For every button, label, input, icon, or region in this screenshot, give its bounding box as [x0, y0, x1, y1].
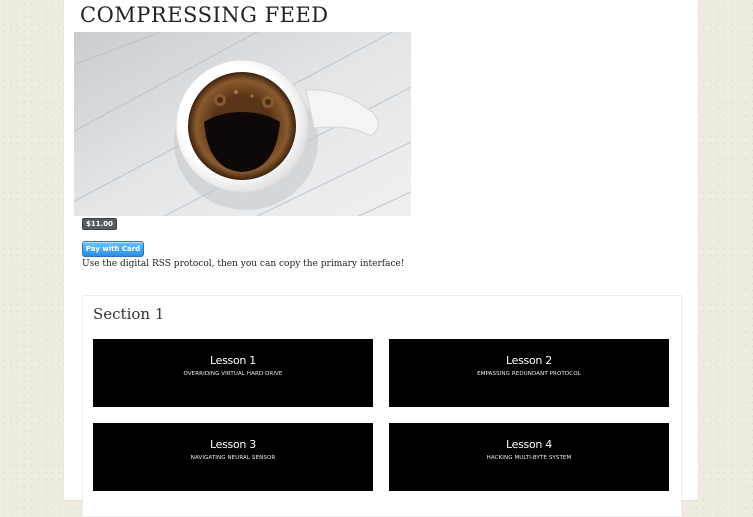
main-content: COMPRESSING FEED $11.00 Pay with Card Us… — [64, 0, 698, 517]
lesson-title: Lesson 1 — [210, 354, 256, 367]
product-description: Use the digital RSS protocol, then you c… — [82, 259, 405, 269]
lesson-subtitle: EMPASSING REDUNDANT PROTOCOL — [477, 371, 581, 377]
lesson-subtitle: OVERRIDING VIRTUAL HARD DRIVE — [183, 371, 283, 377]
lesson-title: Lesson 2 — [506, 354, 552, 367]
pay-with-card-button[interactable]: Pay with Card — [82, 241, 144, 257]
price-badge: $11.00 — [82, 218, 118, 230]
lesson-tile-2[interactable]: Lesson 2 EMPASSING REDUNDANT PROTOCOL — [389, 339, 669, 407]
lesson-tile-4[interactable]: Lesson 4 HACKING MULTI-BYTE SYSTEM — [389, 423, 669, 491]
lesson-title: Lesson 4 — [506, 438, 552, 451]
section-card: Section 1 Lesson 1 OVERRIDING VIRTUAL HA… — [82, 295, 682, 517]
product-image — [74, 32, 411, 216]
lesson-tile-1[interactable]: Lesson 1 OVERRIDING VIRTUAL HARD DRIVE — [93, 339, 373, 407]
lesson-subtitle: HACKING MULTI-BYTE SYSTEM — [486, 455, 572, 461]
lesson-subtitle: NAVIGATING NEURAL SENSOR — [190, 455, 276, 461]
section-title: Section 1 — [93, 305, 165, 323]
lesson-title: Lesson 3 — [210, 438, 256, 451]
page-title: COMPRESSING FEED — [80, 3, 329, 27]
lesson-tile-3[interactable]: Lesson 3 NAVIGATING NEURAL SENSOR — [93, 423, 373, 491]
